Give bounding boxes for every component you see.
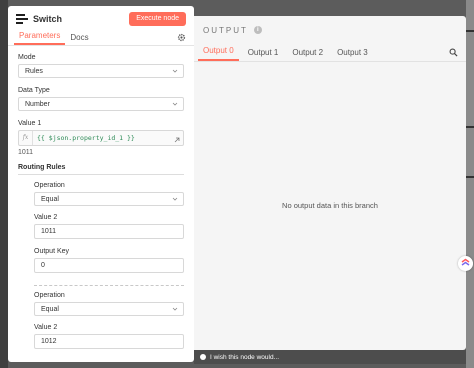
feedback-bar[interactable]: I wish this node would... <box>194 350 466 364</box>
execute-node-button[interactable]: Execute node <box>129 12 186 26</box>
mode-select[interactable]: Rules <box>18 64 184 78</box>
data-type-value: Number <box>25 100 50 108</box>
value2-input[interactable]: 1011 <box>34 224 184 239</box>
value1-expression-input[interactable]: fx {{ $json.property_id_1 }} <box>18 130 184 146</box>
panel-tabs: Parameters Docs <box>8 31 194 46</box>
value1-expression: {{ $json.property_id_1 }} <box>37 134 135 142</box>
rule-divider <box>34 285 184 286</box>
search-icon[interactable] <box>449 48 458 57</box>
node-title[interactable]: Switch <box>33 14 62 24</box>
lightbulb-icon <box>200 354 206 360</box>
info-icon[interactable]: i <box>253 26 262 34</box>
value2-label: Value 2 <box>34 324 58 331</box>
output-panel: OUTPUT i Output 0 Output 1 Output 2 Outp… <box>194 16 466 350</box>
chevron-down-icon <box>172 102 178 106</box>
tab-output-2[interactable]: Output 2 <box>287 48 328 61</box>
operation-label: Operation <box>34 292 65 299</box>
operation-label: Operation <box>34 182 65 189</box>
chevron-down-icon <box>172 197 178 201</box>
operation-value: Equal <box>41 305 59 313</box>
canvas-background <box>466 0 474 368</box>
canvas-edge <box>0 0 8 368</box>
switch-icon <box>16 14 28 24</box>
tab-output-3[interactable]: Output 3 <box>332 48 373 61</box>
clickup-icon[interactable] <box>458 256 473 271</box>
routing-rule: Operation Equal Value 2 1012 <box>34 292 184 353</box>
mode-value: Rules <box>25 67 43 75</box>
routing-rules-title: Routing Rules <box>18 164 184 175</box>
output-key-input[interactable]: 0 <box>34 258 184 273</box>
value1-result: 1011 <box>18 149 34 156</box>
tab-output-1[interactable]: Output 1 <box>243 48 284 61</box>
data-type-select[interactable]: Number <box>18 97 184 111</box>
operation-select[interactable]: Equal <box>34 192 184 206</box>
value2-input[interactable]: 1012 <box>34 334 184 349</box>
value2-label: Value 2 <box>34 214 58 221</box>
routing-rule: Operation Equal Value 2 1011 Output Key … <box>34 182 184 277</box>
tab-parameters[interactable]: Parameters <box>14 31 66 45</box>
data-type-label: Data Type <box>18 87 50 94</box>
feedback-text: I wish this node would... <box>210 353 280 361</box>
gear-icon[interactable] <box>177 33 186 42</box>
operation-value: Equal <box>41 195 59 203</box>
operation-select[interactable]: Equal <box>34 302 184 316</box>
mode-label: Mode <box>18 54 36 61</box>
fx-icon: fx <box>19 131 33 145</box>
output-key-label: Output Key <box>34 248 70 255</box>
tab-docs[interactable]: Docs <box>65 33 93 45</box>
value1-label: Value 1 <box>18 120 42 127</box>
expand-icon[interactable] <box>174 137 180 143</box>
chevron-down-icon <box>172 307 178 311</box>
tab-output-0[interactable]: Output 0 <box>198 46 239 61</box>
empty-output-message: No output data in this branch <box>282 201 378 210</box>
output-tabs: Output 0 Output 1 Output 2 Output 3 <box>194 44 466 62</box>
node-header: Switch Execute node <box>8 6 194 32</box>
output-title: OUTPUT <box>203 25 248 35</box>
chevron-down-icon <box>172 69 178 73</box>
parameters-panel: Switch Execute node Parameters Docs Mode… <box>8 6 194 362</box>
output-header: OUTPUT i <box>194 16 466 44</box>
